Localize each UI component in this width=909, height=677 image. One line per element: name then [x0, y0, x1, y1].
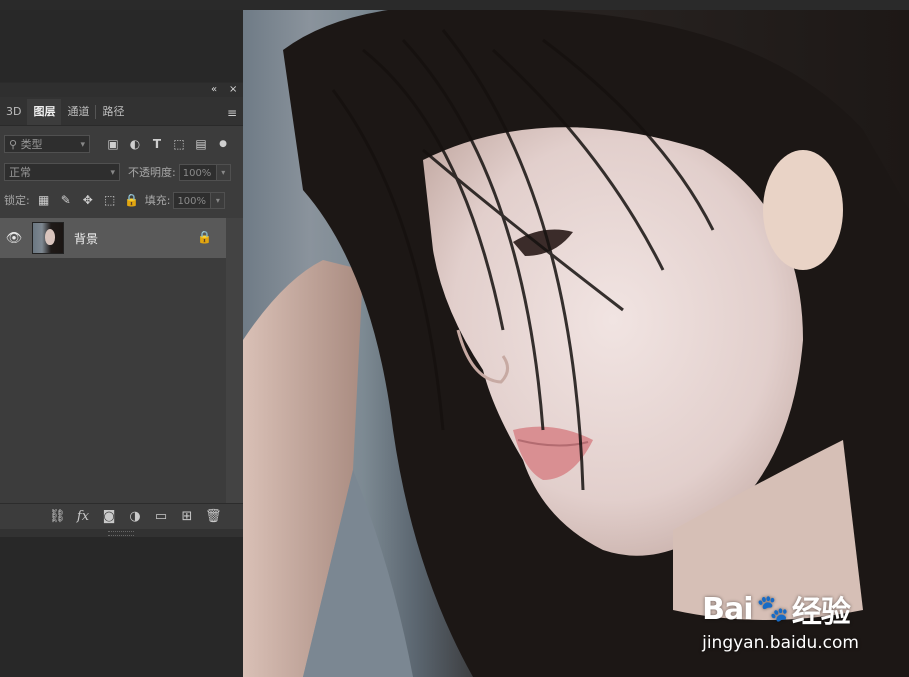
type-filter-icon[interactable]: T: [146, 137, 168, 151]
panel-header: « ×: [0, 83, 243, 97]
fill-dropdown-icon[interactable]: ▾: [211, 191, 226, 209]
lock-pixels-icon[interactable]: ✎: [55, 193, 77, 207]
lock-row: 锁定: ▦ ✎ ✥ ⬚ 🔒 填充: 100% ▾: [0, 186, 243, 214]
layers-scrollbar[interactable]: [226, 218, 243, 503]
panel-tabs: 3D 图层 通道 路径 ≡: [0, 97, 243, 126]
layer-thumbnail: [32, 222, 64, 254]
trash-icon[interactable]: 🗑: [205, 509, 222, 524]
shape-filter-icon[interactable]: ⬚: [168, 137, 190, 151]
lock-position-icon[interactable]: ✥: [77, 193, 99, 207]
adjustment-filter-icon[interactable]: ◐: [124, 137, 146, 151]
watermark-brand: Bai: [702, 591, 753, 627]
photo: [243, 10, 909, 677]
filter-value: 类型: [20, 138, 43, 151]
panel-menu-icon[interactable]: ≡: [227, 106, 237, 120]
layers-panel: « × 3D 图层 通道 路径 ≡ ⚲ 类型 ▾ ▣ ◐ T ⬚ ▤ ● 正常 …: [0, 82, 243, 537]
chevron-down-icon: ▾: [110, 168, 115, 178]
blend-mode-value: 正常: [9, 166, 31, 179]
smart-object-filter-icon[interactable]: ▤: [190, 137, 212, 151]
watermark-url: jingyan.baidu.com: [702, 633, 859, 653]
chevron-down-icon: ▾: [80, 140, 85, 150]
add-mask-icon[interactable]: ◙: [101, 509, 117, 524]
folder-icon[interactable]: ▭: [153, 509, 169, 524]
lock-all-icon[interactable]: 🔒: [121, 193, 143, 207]
tab-layers[interactable]: 图层: [27, 99, 62, 125]
blend-row: 正常 ▾ 不透明度: 100% ▾: [0, 158, 243, 186]
tab-channels[interactable]: 通道: [61, 99, 95, 125]
fill-label: 填充:: [144, 194, 171, 207]
layer-name: 背景: [74, 231, 99, 246]
lock-artboard-icon[interactable]: ⬚: [99, 193, 121, 207]
fill-input[interactable]: 100%: [173, 191, 212, 209]
filter-row: ⚲ 类型 ▾ ▣ ◐ T ⬚ ▤ ●: [0, 130, 243, 158]
paw-icon: 🐾: [756, 594, 789, 624]
blend-mode-select[interactable]: 正常 ▾: [4, 163, 120, 181]
eye-icon[interactable]: 👁: [0, 231, 28, 246]
collapse-icon[interactable]: «: [211, 83, 217, 97]
fx-icon[interactable]: fx: [75, 509, 91, 524]
panel-resize-grip[interactable]: [0, 529, 243, 537]
tab-paths[interactable]: 路径: [96, 99, 130, 125]
opacity-dropdown-icon[interactable]: ▾: [216, 163, 231, 181]
baidu-jingyan-watermark: Bai 🐾 经验 jingyan.baidu.com: [702, 587, 859, 654]
lock-label: 锁定:: [4, 194, 30, 207]
opacity-input[interactable]: 100%: [178, 163, 217, 181]
document-canvas[interactable]: Bai 🐾 经验 jingyan.baidu.com: [243, 10, 909, 677]
top-bar: [0, 0, 909, 10]
layers-bottom-toolbar: ⛓ fx ◙ ◑ ▭ ⊞ 🗑: [0, 503, 243, 529]
link-layers-icon[interactable]: ⛓: [49, 509, 66, 524]
adjustment-layer-icon[interactable]: ◑: [127, 509, 143, 524]
tab-3d[interactable]: 3D: [0, 99, 27, 125]
search-icon: ⚲: [9, 138, 18, 151]
lock-transparent-icon[interactable]: ▦: [33, 193, 55, 207]
filter-select[interactable]: ⚲ 类型 ▾: [4, 135, 90, 153]
filter-toggle-icon[interactable]: ●: [212, 139, 234, 149]
layer-row[interactable]: 👁 背景 🔒: [0, 218, 226, 258]
lock-icon: 🔒: [197, 230, 212, 244]
opacity-label: 不透明度:: [128, 166, 176, 179]
pixel-filter-icon[interactable]: ▣: [102, 137, 124, 151]
close-icon[interactable]: ×: [229, 83, 237, 97]
new-layer-icon[interactable]: ⊞: [179, 509, 195, 524]
watermark-brand-cn: 经验: [791, 595, 851, 630]
